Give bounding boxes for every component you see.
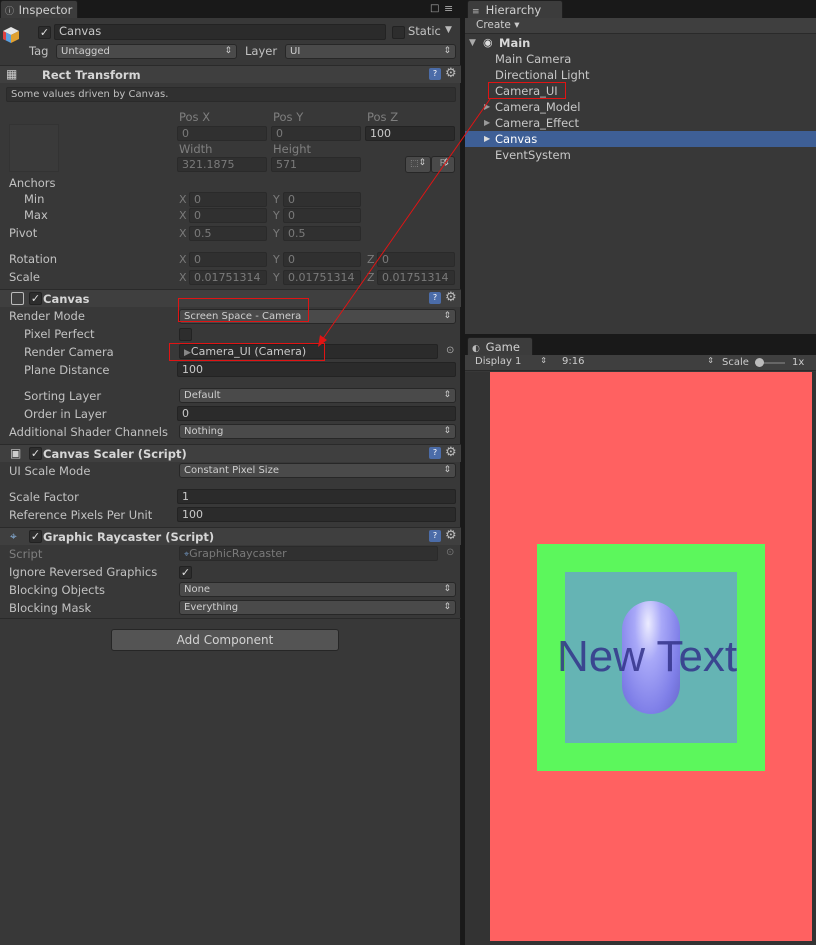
annotation-arrow-head <box>318 335 327 347</box>
annotation-arrow <box>318 98 491 347</box>
annotation-arrow-line <box>319 98 491 344</box>
